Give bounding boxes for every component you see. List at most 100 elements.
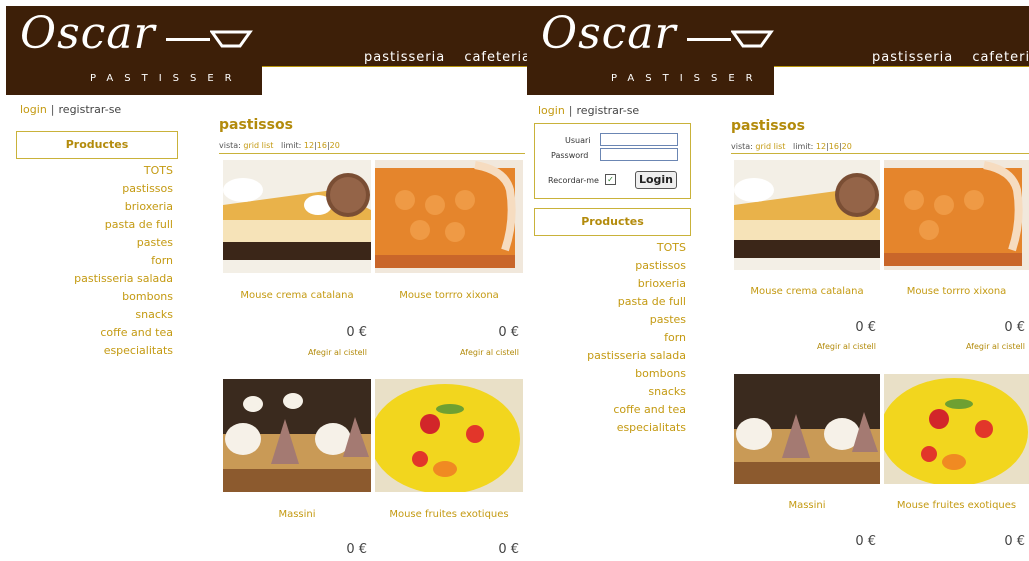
remember-label: Recordar-me [548, 176, 599, 185]
product-card: Mouse crema catalana 0 € Afegir al ciste… [734, 160, 880, 370]
auth-links: login | registrar-se [538, 104, 639, 117]
product-name[interactable]: Massini [223, 509, 371, 520]
product-name[interactable]: Mouse torrro xixona [375, 290, 523, 301]
page-title: pastissos [219, 117, 293, 133]
product-image[interactable] [375, 379, 523, 492]
register-link[interactable]: registrar-se [59, 103, 122, 116]
product-image[interactable] [223, 379, 371, 492]
add-to-cart-link[interactable]: Afegir al cistell [460, 348, 519, 357]
product-image[interactable] [375, 160, 523, 273]
category-item[interactable]: forn [74, 252, 173, 270]
category-item[interactable]: coffe and tea [587, 401, 686, 419]
category-item[interactable]: especialitats [74, 342, 173, 360]
logo-dash [687, 38, 731, 41]
category-item[interactable]: snacks [74, 306, 173, 324]
register-link[interactable]: registrar-se [577, 104, 640, 117]
nav-cafeteria[interactable]: cafeteria [972, 50, 1029, 65]
product-card: Mouse crema catalana 0 € Afegir al ciste… [223, 160, 371, 375]
view-label: vista: [219, 141, 241, 150]
category-item[interactable]: pastes [587, 311, 686, 329]
view-list-link[interactable]: list [262, 141, 274, 150]
page-title: pastissos [731, 118, 805, 134]
category-item[interactable]: bombons [74, 288, 173, 306]
limit-12[interactable]: 12 [816, 142, 826, 151]
add-to-cart-link[interactable]: Afegir al cistell [308, 348, 367, 357]
product-name[interactable]: Mouse crema catalana [734, 286, 880, 297]
product-name[interactable]: Massini [734, 500, 880, 511]
auth-separator: | [50, 103, 55, 116]
product-price: 0 € [346, 542, 367, 557]
username-input[interactable] [600, 133, 678, 146]
category-item[interactable]: bombons [587, 365, 686, 383]
password-input[interactable] [600, 148, 678, 161]
password-label: Password [551, 151, 589, 160]
category-item[interactable]: forn [587, 329, 686, 347]
nav-pastisseria[interactable]: pastisseria [364, 50, 445, 65]
add-to-cart-link[interactable]: Afegir al cistell [966, 342, 1025, 351]
header-gold-line [262, 66, 527, 67]
category-item[interactable]: TOTS [587, 239, 686, 257]
limit-16[interactable]: 16 [317, 141, 327, 150]
category-item[interactable]: pasta de full [74, 216, 173, 234]
product-image[interactable] [734, 374, 880, 484]
nav-pastisseria[interactable]: pastisseria [872, 50, 953, 65]
limit-12[interactable]: 12 [304, 141, 314, 150]
right-screenshot-panel: pastisseria cafeteria Oscar PASTISSER lo… [527, 0, 1029, 561]
logo-sub-text: PASTISSER [611, 73, 764, 84]
category-item[interactable]: brioxeria [587, 275, 686, 293]
category-item[interactable]: pastisseria salada [74, 270, 173, 288]
top-nav: pastisseria cafeteria [364, 50, 527, 65]
product-card: Mouse torrro xixona 0 € Afegir al cistel… [884, 160, 1029, 370]
category-item[interactable]: snacks [587, 383, 686, 401]
limit-20[interactable]: 20 [842, 142, 852, 151]
view-grid-link[interactable]: grid [243, 141, 259, 150]
product-image[interactable] [734, 160, 880, 270]
logo-sub-text: PASTISSER [90, 73, 243, 84]
category-item[interactable]: pastissos [587, 257, 686, 275]
product-card: Mouse fruites exotiques 0 € [884, 374, 1029, 561]
coffee-cup-icon [210, 30, 253, 48]
view-list-link[interactable]: list [774, 142, 786, 151]
login-link[interactable]: login [538, 104, 565, 117]
product-price: 0 € [1004, 534, 1025, 549]
add-to-cart-link[interactable]: Afegir al cistell [817, 342, 876, 351]
category-item[interactable]: pastes [74, 234, 173, 252]
logo[interactable]: Oscar PASTISSER [6, 6, 262, 95]
product-price: 0 € [855, 534, 876, 549]
category-item[interactable]: especialitats [587, 419, 686, 437]
category-item[interactable]: brioxeria [74, 198, 173, 216]
product-price: 0 € [346, 325, 367, 340]
auth-links: login | registrar-se [20, 103, 121, 116]
auth-separator: | [568, 104, 573, 117]
limit-16[interactable]: 16 [829, 142, 839, 151]
category-item[interactable]: pastissos [74, 180, 173, 198]
product-name[interactable]: Mouse crema catalana [223, 290, 371, 301]
coffee-cup-icon [731, 30, 774, 48]
limit-label: limit: [793, 142, 814, 151]
product-name[interactable]: Mouse fruites exotiques [884, 500, 1029, 511]
product-card: Mouse torrro xixona 0 € Afegir al cistel… [375, 160, 523, 375]
product-image[interactable] [884, 374, 1029, 484]
logo[interactable]: Oscar PASTISSER [527, 6, 774, 95]
category-item[interactable]: pastisseria salada [587, 347, 686, 365]
logo-main-text: Oscar [20, 8, 156, 59]
product-card: Massini 0 € [734, 374, 880, 561]
product-image[interactable] [223, 160, 371, 273]
product-image[interactable] [884, 160, 1029, 270]
view-label: vista: [731, 142, 753, 151]
category-item[interactable]: coffe and tea [74, 324, 173, 342]
login-link[interactable]: login [20, 103, 47, 116]
limit-20[interactable]: 20 [330, 141, 340, 150]
logo-dash [166, 38, 210, 41]
login-button[interactable]: Login [635, 171, 677, 189]
category-item[interactable]: TOTS [74, 162, 173, 180]
product-name[interactable]: Mouse torrro xixona [884, 286, 1029, 297]
nav-cafeteria[interactable]: cafeteria [464, 50, 527, 65]
category-item[interactable]: pasta de full [587, 293, 686, 311]
remember-checkbox[interactable]: ✓ [605, 174, 616, 185]
product-card: Mouse fruites exotiques 0 € [375, 379, 523, 561]
category-list: TOTS pastissos brioxeria pasta de full p… [587, 239, 686, 437]
product-name[interactable]: Mouse fruites exotiques [375, 509, 523, 520]
view-grid-link[interactable]: grid [755, 142, 771, 151]
products-box-title: Productes [16, 131, 178, 159]
